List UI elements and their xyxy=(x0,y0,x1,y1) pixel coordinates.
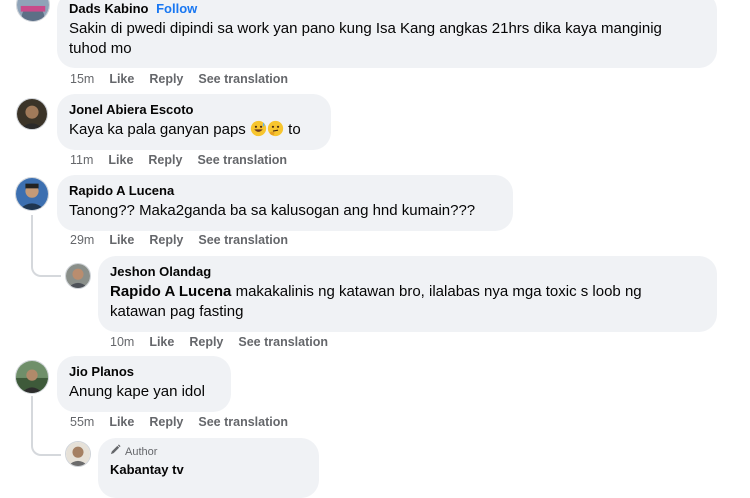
comment-time[interactable]: 11m xyxy=(70,153,93,167)
comment-text-after: to xyxy=(288,121,301,138)
avatar[interactable] xyxy=(16,98,48,130)
comment-text: Sakin di pwedi dipindi sa work yan pano … xyxy=(69,20,662,57)
reply-bubble: Jeshon Olandag Rapido A Lucena makakalin… xyxy=(98,256,717,332)
see-translation-link[interactable]: See translation xyxy=(198,72,288,86)
grinning-sweat-emoji-icon xyxy=(250,120,267,143)
comment-time[interactable]: 15m xyxy=(70,72,94,86)
like-button[interactable]: Like xyxy=(149,335,174,349)
comment-actions: 10m Like Reply See translation xyxy=(110,334,343,350)
comment-author[interactable]: Jonel Abiera Escoto xyxy=(69,101,319,118)
comment-text: Tanong?? Maka2ganda ba sa kalusogan ang … xyxy=(69,202,476,219)
avatar[interactable] xyxy=(15,360,49,394)
thread-line xyxy=(31,215,33,245)
reply-button[interactable]: Reply xyxy=(189,335,223,349)
comment-actions: 11m Like Reply See translation xyxy=(70,152,302,168)
comment-author[interactable]: Rapido A Lucena xyxy=(69,182,501,199)
avatar[interactable] xyxy=(65,441,91,467)
comment-author[interactable]: Jeshon Olandag xyxy=(110,263,705,280)
comment-time[interactable]: 29m xyxy=(70,233,94,247)
comment-author-line: Dads Kabino Follow xyxy=(69,0,705,17)
comment-author[interactable]: Kabantay tv xyxy=(110,461,307,478)
comment-author[interactable]: Jio Planos xyxy=(69,363,219,380)
thread-line xyxy=(31,396,33,426)
comment-actions: 55m Like Reply See translation xyxy=(70,414,303,430)
like-button[interactable]: Like xyxy=(109,72,134,86)
reply-button[interactable]: Reply xyxy=(148,153,182,167)
like-button[interactable]: Like xyxy=(108,153,133,167)
comment-text-before: Kaya ka pala ganyan paps xyxy=(69,121,246,138)
comment-actions: 15m Like Reply See translation xyxy=(70,71,303,87)
follow-link[interactable]: Follow xyxy=(156,1,197,16)
reply-button[interactable]: Reply xyxy=(149,415,183,429)
see-translation-link[interactable]: See translation xyxy=(197,153,287,167)
comment-bubble: Dads Kabino Follow Sakin di pwedi dipind… xyxy=(57,0,717,68)
thread-connector xyxy=(31,245,61,277)
pencil-icon xyxy=(110,444,121,459)
comment-author[interactable]: Dads Kabino xyxy=(69,1,148,16)
avatar[interactable] xyxy=(15,177,49,211)
author-badge-label: Author xyxy=(125,445,158,458)
comment-bubble: Rapido A Lucena Tanong?? Maka2ganda ba s… xyxy=(57,175,513,231)
see-translation-link[interactable]: See translation xyxy=(238,335,328,349)
reply-button[interactable]: Reply xyxy=(149,233,183,247)
reply-button[interactable]: Reply xyxy=(149,72,183,86)
comment-bubble: Jonel Abiera Escoto Kaya ka pala ganyan … xyxy=(57,94,331,150)
author-badge: Author xyxy=(110,444,307,459)
comment-text: Rapido A Lucena makakalinis ng katawan b… xyxy=(110,282,670,322)
like-button[interactable]: Like xyxy=(109,233,134,247)
comment-time[interactable]: 55m xyxy=(70,415,94,429)
avatar[interactable] xyxy=(65,263,91,289)
thinking-emoji-icon xyxy=(267,120,284,143)
comment-text: Anung kape yan idol xyxy=(69,383,205,400)
comment-time[interactable]: 10m xyxy=(110,335,134,349)
see-translation-link[interactable]: See translation xyxy=(198,233,288,247)
thread-connector xyxy=(31,426,61,456)
see-translation-link[interactable]: See translation xyxy=(198,415,288,429)
avatar[interactable] xyxy=(16,0,50,22)
comment-bubble: Jio Planos Anung kape yan idol xyxy=(57,356,231,412)
reply-bubble: Author Kabantay tv xyxy=(98,438,319,498)
comment-text: Kaya ka pala ganyan paps to xyxy=(69,120,319,143)
comment-actions: 29m Like Reply See translation xyxy=(70,232,303,248)
like-button[interactable]: Like xyxy=(109,415,134,429)
mention-link[interactable]: Rapido A Lucena xyxy=(110,283,231,300)
